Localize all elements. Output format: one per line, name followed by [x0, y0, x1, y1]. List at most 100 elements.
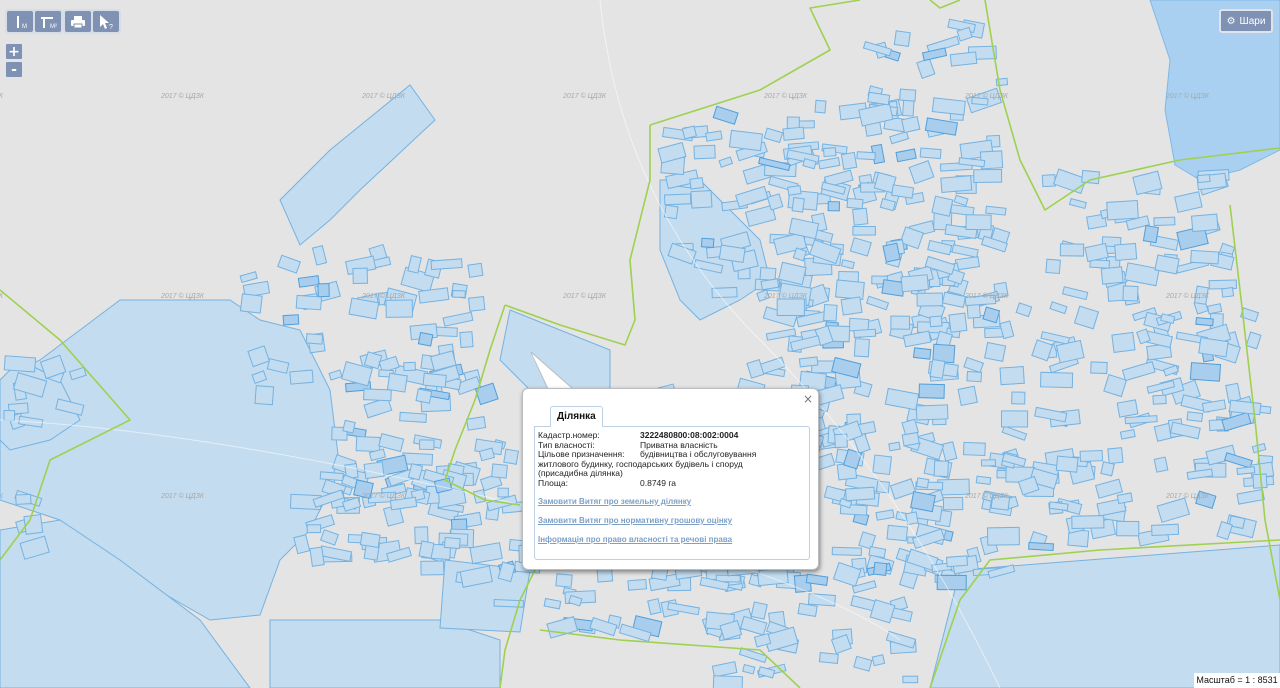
cadastral-map[interactable]: 2017 © ЦДЗК 2017 © ЦДЗК 2017 © ЦДЗК 2017 © …: [0, 0, 1280, 688]
land-parcel[interactable]: [728, 129, 764, 152]
land-parcel[interactable]: [940, 175, 973, 193]
land-parcel[interactable]: [882, 242, 901, 263]
land-parcel[interactable]: [915, 404, 949, 421]
land-parcel[interactable]: [999, 366, 1025, 386]
land-parcel[interactable]: [873, 561, 888, 576]
land-parcel[interactable]: [467, 262, 484, 278]
land-parcel[interactable]: [712, 675, 744, 688]
land-parcel[interactable]: [1071, 515, 1105, 530]
land-parcel[interactable]: [929, 315, 943, 328]
land-parcel[interactable]: [711, 286, 738, 299]
land-parcel[interactable]: [1059, 243, 1085, 257]
land-parcel[interactable]: [949, 51, 978, 67]
land-parcel[interactable]: [750, 601, 768, 620]
land-parcel[interactable]: [305, 333, 324, 345]
land-parcel[interactable]: [948, 312, 968, 333]
print-button[interactable]: [65, 11, 91, 32]
land-parcel[interactable]: [786, 116, 800, 130]
land-parcel[interactable]: [902, 98, 915, 117]
land-parcel[interactable]: [386, 372, 408, 393]
land-parcel[interactable]: [503, 448, 519, 465]
land-parcel[interactable]: [1107, 447, 1124, 465]
land-parcel[interactable]: [1100, 461, 1115, 477]
land-parcel[interactable]: [663, 193, 692, 206]
land-parcel[interactable]: [966, 370, 983, 383]
land-parcel[interactable]: [957, 385, 978, 407]
land-parcel[interactable]: [418, 540, 435, 559]
order-valuation-extract-link[interactable]: Замовити Витяг про нормативну грошову оц…: [538, 516, 806, 525]
land-parcel[interactable]: [1079, 449, 1104, 463]
land-parcel[interactable]: [782, 126, 805, 141]
land-parcel[interactable]: [309, 546, 325, 567]
land-parcel[interactable]: [342, 419, 356, 434]
land-parcel[interactable]: [984, 341, 1007, 362]
land-parcel[interactable]: [1106, 199, 1139, 221]
land-parcel[interactable]: [1236, 466, 1256, 475]
ownership-rights-info-link[interactable]: Інформація про право власності та речові…: [538, 535, 806, 544]
land-parcel[interactable]: [705, 130, 723, 142]
land-parcel[interactable]: [980, 459, 996, 467]
land-parcel[interactable]: [647, 598, 662, 616]
land-parcel[interactable]: [845, 486, 876, 502]
land-parcel[interactable]: [899, 88, 917, 102]
land-parcel[interactable]: [900, 274, 930, 293]
land-parcel[interactable]: [1100, 266, 1124, 285]
land-parcel[interactable]: [282, 314, 300, 326]
land-parcel[interactable]: [555, 573, 573, 588]
land-parcel[interactable]: [929, 358, 946, 379]
land-parcel[interactable]: [1196, 174, 1211, 184]
land-parcel[interactable]: [791, 196, 805, 213]
land-parcel[interactable]: [918, 383, 945, 399]
measure-distance-button[interactable]: M: [7, 11, 33, 32]
land-parcel[interactable]: [886, 524, 909, 542]
land-parcel[interactable]: [912, 347, 932, 360]
land-parcel[interactable]: [1189, 362, 1222, 382]
land-parcel[interactable]: [1153, 456, 1169, 473]
land-parcel[interactable]: [306, 524, 322, 534]
land-parcel[interactable]: [1122, 285, 1139, 302]
land-parcel[interactable]: [718, 244, 746, 263]
land-parcel[interactable]: [965, 214, 992, 231]
land-parcel[interactable]: [818, 652, 839, 664]
land-parcel[interactable]: [1151, 523, 1180, 537]
land-parcel[interactable]: [690, 190, 713, 209]
land-parcel[interactable]: [239, 293, 263, 314]
order-parcel-extract-link[interactable]: Замовити Витяг про земельну ділянку: [538, 497, 806, 506]
land-parcel[interactable]: [852, 207, 869, 226]
land-parcel[interactable]: [15, 493, 32, 505]
land-parcel[interactable]: [359, 531, 381, 548]
land-parcel[interactable]: [942, 496, 964, 511]
land-parcel[interactable]: [853, 338, 870, 358]
land-parcel[interactable]: [403, 361, 416, 372]
land-parcel[interactable]: [931, 97, 966, 116]
land-parcel[interactable]: [700, 237, 715, 248]
land-parcel[interactable]: [363, 388, 392, 402]
land-parcel[interactable]: [681, 125, 698, 140]
land-parcel[interactable]: [355, 435, 381, 453]
land-parcel[interactable]: [1000, 410, 1029, 428]
land-parcel[interactable]: [902, 675, 919, 684]
land-parcel[interactable]: [1116, 520, 1140, 537]
land-parcel[interactable]: [975, 475, 992, 485]
identify-button[interactable]: ?: [93, 11, 119, 32]
land-parcel[interactable]: [1153, 216, 1176, 227]
zoom-in-button[interactable]: +: [5, 43, 23, 60]
land-parcel[interactable]: [901, 115, 921, 134]
land-parcel[interactable]: [1186, 411, 1204, 423]
land-parcel[interactable]: [919, 147, 942, 160]
land-parcel[interactable]: [962, 441, 986, 457]
land-parcel[interactable]: [3, 410, 16, 421]
land-parcel[interactable]: [1142, 224, 1160, 244]
land-parcel[interactable]: [807, 593, 836, 607]
land-parcel[interactable]: [1090, 361, 1108, 375]
land-parcel[interactable]: [893, 30, 911, 47]
land-parcel[interactable]: [853, 328, 877, 338]
land-parcel[interactable]: [459, 331, 474, 349]
land-parcel[interactable]: [852, 225, 876, 236]
land-parcel[interactable]: [317, 283, 330, 298]
land-parcel[interactable]: [1221, 287, 1235, 298]
land-parcel[interactable]: [986, 526, 1020, 546]
land-parcel[interactable]: [430, 258, 463, 271]
close-icon[interactable]: ×: [803, 392, 813, 406]
land-parcel[interactable]: [1124, 415, 1158, 425]
